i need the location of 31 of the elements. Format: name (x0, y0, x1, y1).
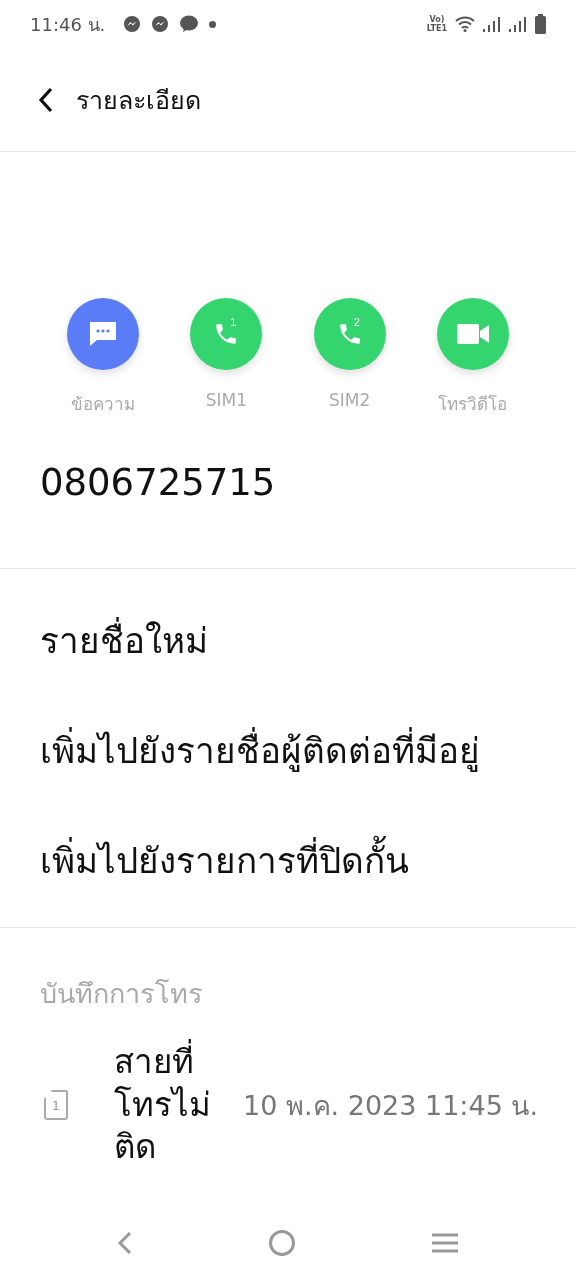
video-camera-icon (456, 322, 490, 346)
wifi-icon (455, 16, 475, 32)
call-datetime: 10 พ.ค. 2023 11:45 น. (243, 1088, 538, 1123)
dot-icon (209, 20, 217, 28)
home-button[interactable] (268, 1229, 296, 1257)
volte-indicator: Vo) LTE1 (426, 15, 447, 33)
action-label: SIM2 (329, 390, 371, 410)
section-heading: บันทึกการโทร (39, 977, 204, 1011)
action-label: ข้อความ (71, 393, 135, 416)
message-icon (88, 320, 118, 348)
battery-icon (535, 14, 546, 34)
menu-item[interactable]: เพิ่มไปยังรายการที่ปิดกั้น (0, 805, 576, 915)
action-label: SIM1 (205, 390, 247, 410)
signal-icon (509, 16, 527, 32)
menu-button[interactable] (430, 1232, 459, 1254)
message-button[interactable] (67, 298, 139, 370)
messenger-icon (123, 15, 142, 33)
call-type: สายที่โทรไม่ติด (114, 1040, 212, 1169)
sim-card-icon: 1 (44, 1090, 68, 1120)
video-button[interactable] (437, 298, 509, 370)
menu-item[interactable]: เพิ่มไปยังรายชื่อผู้ติดต่อที่มีอยู่ (0, 695, 576, 805)
menu-item[interactable]: รายชื่อใหม่ (0, 585, 576, 695)
signal-icon (483, 16, 501, 32)
phone-number: 0806725715 (39, 460, 277, 504)
back-button[interactable] (38, 86, 54, 113)
page-title: รายละเอียด (76, 84, 201, 117)
back-nav-button[interactable] (117, 1230, 134, 1256)
chat-bubble-icon (179, 15, 200, 33)
action-label: โทรวิดีโอ (438, 393, 508, 416)
messenger-icon (151, 15, 170, 33)
status-time: 11:46 น. (30, 12, 106, 37)
